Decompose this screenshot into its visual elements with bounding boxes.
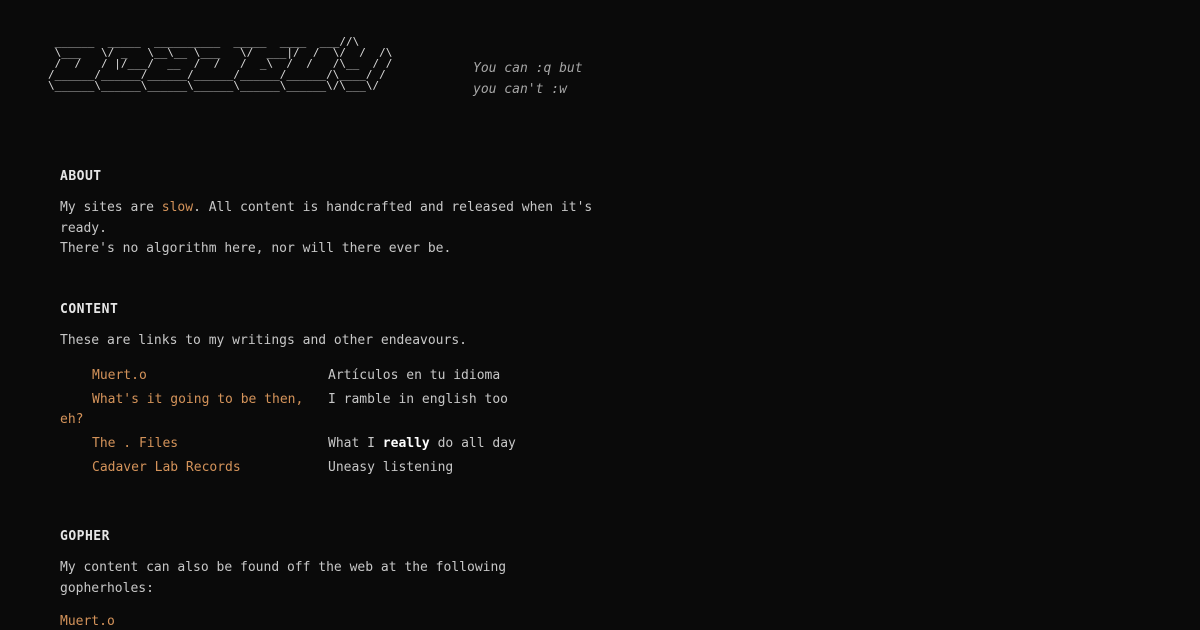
page: ______ _____ __________ _____ ____ ___//…	[0, 0, 1200, 630]
gopher-heading: GOPHER	[60, 529, 110, 544]
list-item: The . Files What I really do all day	[60, 434, 600, 455]
whats-it-going-to-be-then-link-continued[interactable]: eh?	[60, 410, 600, 431]
the-files-link[interactable]: The . Files	[92, 436, 178, 451]
link-description: Uneasy listening	[328, 460, 454, 475]
slow-link[interactable]: slow	[162, 200, 193, 215]
content-intro: These are links to my writings and other…	[60, 333, 467, 348]
list-item: What's it going to be then, I ramble in …	[60, 390, 600, 431]
muerto-link[interactable]: Muert.o	[92, 368, 147, 383]
cadaver-lab-records-link[interactable]: Cadaver Lab Records	[92, 460, 241, 475]
content-links-list: Muert.o Artículos en tu idioma What's it…	[60, 366, 600, 479]
tagline-line-1: You can :q but	[473, 61, 583, 76]
desc-text: do all day	[429, 436, 516, 451]
tagline-line-2: you can't :w	[473, 82, 567, 97]
desc-text: What I	[328, 436, 383, 451]
site-header: ______ _____ __________ _____ ____ ___//…	[48, 36, 392, 116]
link-label-line-1: What's it going to be then,	[92, 391, 304, 407]
link-description: Artículos en tu idioma	[328, 367, 501, 383]
link-description: What I really do all day	[328, 434, 516, 455]
about-paragraph: My sites are slow. All content is handcr…	[60, 198, 600, 239]
about-heading: ABOUT	[60, 169, 102, 184]
whats-it-going-to-be-then-link[interactable]: What's it going to be then,	[92, 392, 303, 407]
about-section: ABOUT My sites are slow. All content is …	[60, 168, 600, 260]
content-heading: CONTENT	[60, 302, 119, 317]
gopher-paragraph: My content can also be found off the web…	[60, 560, 507, 596]
list-item: Cadaver Lab Records Uneasy listening	[60, 458, 600, 479]
gopher-section: GOPHER My content can also be found off …	[60, 528, 600, 630]
content-section: CONTENT These are links to my writings a…	[60, 301, 600, 482]
ascii-art-logo: ______ _____ __________ _____ ____ ___//…	[48, 35, 393, 92]
gopher-muerto-link[interactable]: Muert.o	[60, 614, 115, 629]
about-text-before: My sites are	[60, 200, 162, 215]
tagline: You can :q but you can't :w	[473, 58, 583, 100]
about-paragraph-2: There's no algorithm here, nor will ther…	[60, 241, 452, 256]
desc-emphasis: really	[382, 436, 430, 451]
gopher-links-list: Muert.o	[60, 612, 600, 630]
list-item: Muert.o Artículos en tu idioma	[60, 366, 600, 387]
link-description: I ramble in english too	[328, 391, 509, 407]
